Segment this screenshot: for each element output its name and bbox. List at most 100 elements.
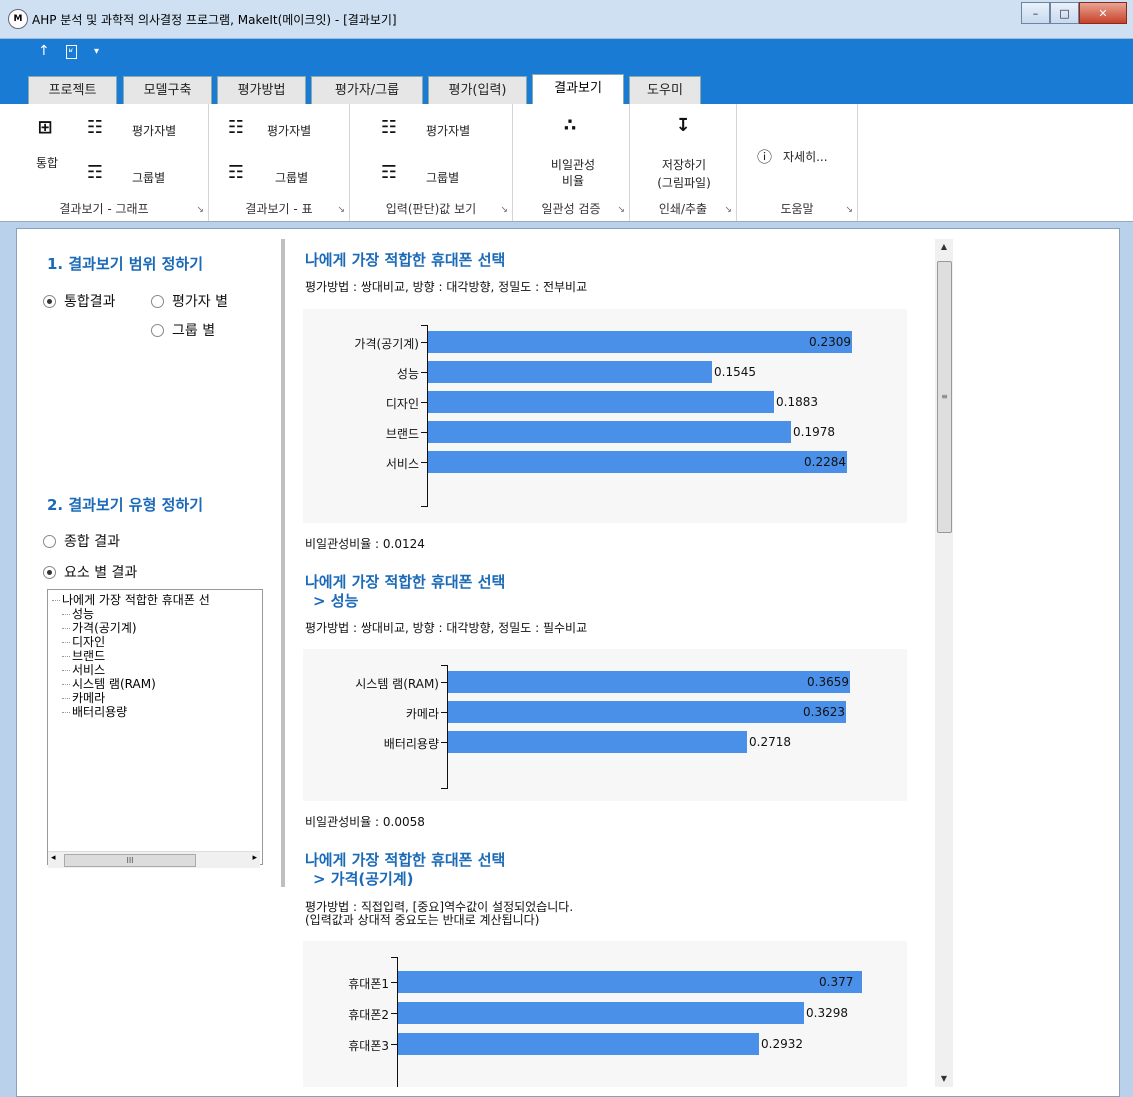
input-group-launcher-icon[interactable]: ↘: [500, 205, 508, 215]
tree-item[interactable]: 서비스: [62, 663, 105, 677]
vertical-scrollbar[interactable]: ▲ ≡ ▼: [935, 239, 953, 1087]
tree-item[interactable]: 성능: [62, 607, 94, 621]
type-element-label: 요소 별 결과: [64, 565, 138, 581]
scroll-up-icon[interactable]: ▲: [935, 239, 953, 255]
chart-category-label: 가격(공기계): [354, 337, 419, 351]
tab-project[interactable]: 프로젝트: [28, 76, 117, 104]
export-group-launcher-icon[interactable]: ↘: [724, 205, 732, 215]
title-bar: M AHP 분석 및 과학적 의사결정 프로그램, MakeIt(메이크잇) -…: [0, 0, 1133, 39]
table-group-launcher-icon[interactable]: ↘: [337, 205, 345, 215]
chart-value-label: 0.2309: [809, 335, 851, 349]
panel-splitter[interactable]: [281, 239, 285, 887]
scope-group-radio[interactable]: 그룹 별: [151, 320, 215, 340]
tab-help[interactable]: 도우미: [629, 76, 701, 104]
chart-axis-tick: [421, 325, 427, 326]
chart-category-label: 시스템 램(RAM): [355, 677, 439, 691]
maximize-button[interactable]: □: [1050, 2, 1079, 24]
help-group-launcher-icon[interactable]: ↘: [845, 205, 853, 215]
export-group-label: 인쇄/추출: [658, 202, 708, 216]
section-title: 나에게 가장 적합한 휴대폰 선택: [305, 851, 506, 869]
evaluator-graph-label[interactable]: 평가자별: [132, 122, 176, 139]
close-button[interactable]: ✕: [1079, 2, 1127, 24]
save-image-label-2[interactable]: (그림파일): [644, 174, 724, 191]
tree-item[interactable]: 디자인: [62, 635, 105, 649]
section-subtitle: > 성능: [313, 592, 359, 610]
scroll-left-icon[interactable]: ◂: [51, 853, 56, 863]
tree-item[interactable]: 가격(공기계): [62, 621, 137, 635]
evaluator-input-icon[interactable]: ☷: [374, 114, 404, 142]
tree-item[interactable]: 나에게 가장 적합한 휴대폰 선: [52, 593, 210, 607]
chart-category-tick: [421, 342, 427, 343]
scope-integrated-radio[interactable]: 통합결과: [43, 291, 116, 311]
input-group-label: 입력(판단)값 보기: [385, 202, 477, 216]
section-method-note: (입력값과 상대적 중요도는 반대로 계산됩니다): [305, 913, 540, 927]
evaluator-table-icon[interactable]: ☷: [221, 114, 251, 142]
consistency-ratio-label-1[interactable]: 비일관성: [543, 156, 603, 173]
chart-category-tick: [391, 1013, 397, 1014]
chart-category-label: 브랜드: [385, 427, 419, 441]
evaluator-graph-icon[interactable]: ☷: [80, 114, 110, 142]
element-tree[interactable]: 나에게 가장 적합한 휴대폰 선 성능 가격(공기계) 디자인 브랜드 서비스 …: [47, 589, 263, 865]
tree-horizontal-scrollbar[interactable]: ◂ III ▸: [48, 851, 260, 868]
integrated-label[interactable]: 통합: [36, 154, 58, 171]
consistency-ratio-icon[interactable]: ∴: [555, 112, 585, 140]
tab-model[interactable]: 모델구축: [123, 76, 212, 104]
info-icon[interactable]: ⓘ: [757, 146, 772, 167]
chart-value-label: 0.1545: [714, 365, 756, 379]
chart-area: 가격(공기계) 0.2309 성능 0.1545 디자인 0.1883 브랜드 0.1978 서…: [303, 309, 907, 523]
group-input-icon[interactable]: ☶: [374, 159, 404, 187]
chart-value-label: 0.3659: [807, 675, 849, 689]
chart-value-label: 0.1978: [793, 425, 835, 439]
tree-item[interactable]: 브랜드: [62, 649, 105, 663]
consistency-group-launcher-icon[interactable]: ↘: [617, 205, 625, 215]
tab-method[interactable]: 평가방법: [217, 76, 306, 104]
ribbon-tabs: 프로젝트 모델구축 평가방법 평가자/그룹 평가(입력) 결과보기 도우미: [0, 66, 1133, 105]
export-group: ↧ 저장하기 (그림파일) 인쇄/추출 ↘: [630, 104, 737, 221]
tab-results[interactable]: 결과보기: [532, 74, 624, 105]
save-image-label-1[interactable]: 저장하기: [644, 156, 724, 173]
group-input-label[interactable]: 그룹별: [426, 169, 459, 186]
app-logo-icon[interactable]: M: [8, 9, 28, 29]
scroll-thumb[interactable]: III: [64, 854, 196, 867]
results-content: 나에게 가장 적합한 휴대폰 선택 평가방법 : 쌍대비교, 방향 : 대각방향…: [293, 229, 933, 1096]
tree-item[interactable]: 카메라: [62, 691, 105, 705]
tab-evaluator-group[interactable]: 평가자/그룹: [311, 76, 423, 104]
chart-bar: [428, 451, 847, 473]
consistency-group-label: 일관성 검증: [541, 202, 601, 216]
detail-label[interactable]: 자세히...: [783, 148, 828, 165]
evaluator-table-label[interactable]: 평가자별: [267, 122, 311, 139]
save-image-icon[interactable]: ↧: [668, 112, 698, 140]
main-body: 1. 결과보기 범위 정하기 통합결과 평가자 별 그룹 별 2. 결과보기 유…: [16, 228, 1120, 1097]
chart-category-tick: [441, 742, 447, 743]
group-graph-icon[interactable]: ☶: [80, 159, 110, 187]
save-icon[interactable]: ʶ: [66, 45, 77, 59]
scroll-thumb[interactable]: ≡: [937, 261, 952, 533]
group-table-icon[interactable]: ☶: [221, 159, 251, 187]
chart-axis-tick: [421, 506, 427, 507]
minimize-button[interactable]: –: [1021, 2, 1050, 24]
up-arrow-icon[interactable]: ↑: [38, 43, 50, 59]
consistency-ratio-label-2[interactable]: 비율: [543, 172, 603, 189]
customize-dropdown-icon[interactable]: ▾: [94, 46, 99, 57]
group-graph-label[interactable]: 그룹별: [132, 169, 165, 186]
tree-item[interactable]: 시스템 램(RAM): [62, 677, 156, 691]
type-element-radio[interactable]: 요소 별 결과: [43, 562, 137, 582]
type-total-radio[interactable]: 종합 결과: [43, 531, 120, 551]
scroll-right-icon[interactable]: ▸: [252, 853, 257, 863]
tab-evaluation-input[interactable]: 평가(입력): [428, 76, 527, 104]
left-panel: 1. 결과보기 범위 정하기 통합결과 평가자 별 그룹 별 2. 결과보기 유…: [17, 229, 281, 1096]
tree-item[interactable]: 배터리용량: [62, 705, 127, 719]
section-subtitle: > 가격(공기계): [313, 870, 414, 888]
graph-group-launcher-icon[interactable]: ↘: [196, 205, 204, 215]
graph-group-label: 결과보기 - 그래프: [59, 202, 149, 216]
group-table-label[interactable]: 그룹별: [275, 169, 308, 186]
integrated-graph-icon[interactable]: ⊞: [30, 114, 60, 142]
chart-value-label: 0.3298: [806, 1006, 848, 1020]
evaluator-input-label[interactable]: 평가자별: [426, 122, 470, 139]
scope-evaluator-radio[interactable]: 평가자 별: [151, 291, 228, 311]
section-method: 평가방법 : 쌍대비교, 방향 : 대각방향, 정밀도 : 전부비교: [305, 280, 588, 294]
scroll-down-icon[interactable]: ▼: [935, 1071, 953, 1087]
chart-bar: [398, 1033, 759, 1055]
chart-value-label: 0.3623: [803, 705, 845, 719]
chart-area: 휴대폰1 0.377 휴대폰2 0.3298 휴대폰3 0.2932: [303, 941, 907, 1087]
